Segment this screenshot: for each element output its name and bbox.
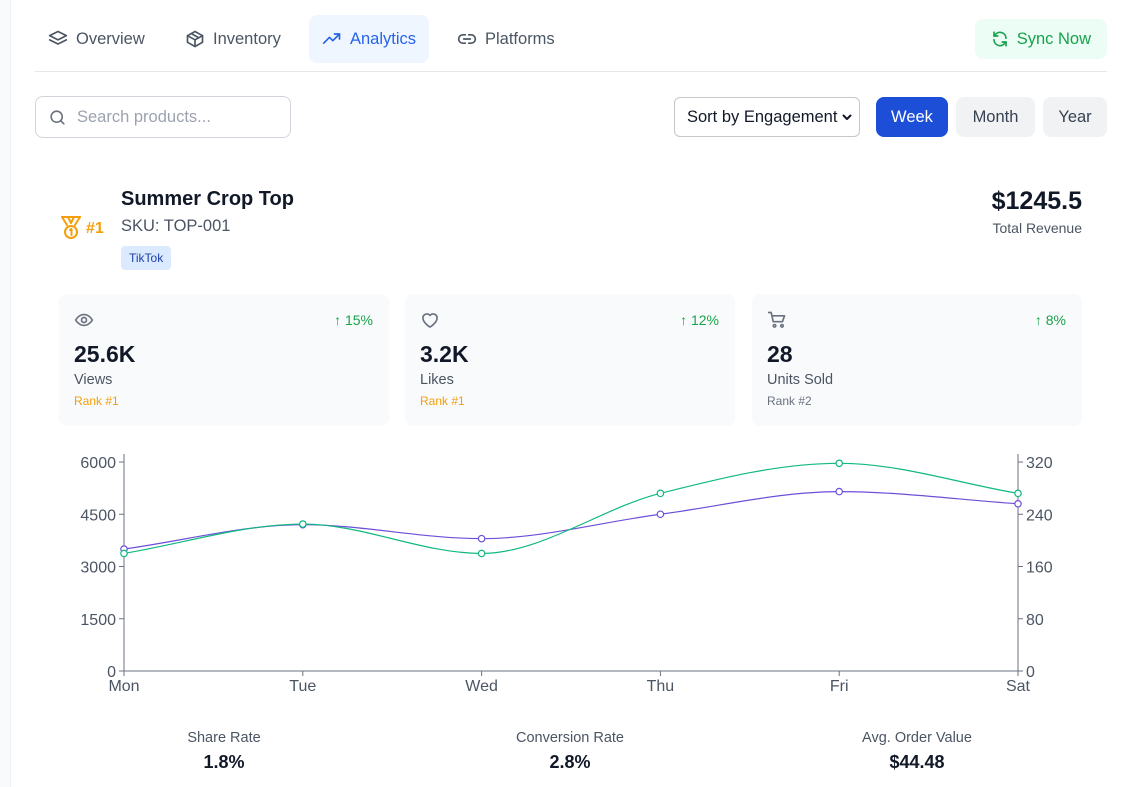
series-2-point xyxy=(1014,489,1022,498)
views-value: 25.6K xyxy=(74,341,136,367)
heart-icon xyxy=(422,313,438,328)
likes-rank: Rank #1 xyxy=(420,394,465,408)
series-2-point xyxy=(299,520,307,528)
tab-platforms[interactable]: Platforms xyxy=(444,15,568,63)
units-sold-label: Units Sold xyxy=(767,372,834,388)
conversion-rate-stat: Conversion Rate 2.8% xyxy=(470,730,670,773)
x-axis-tick-label: Fri xyxy=(830,678,849,695)
views-rank: Rank #1 xyxy=(74,394,119,408)
right-axis-tick-label: 160 xyxy=(1026,560,1053,577)
chevron-down-icon xyxy=(842,114,852,120)
x-axis-tick-label: Sat xyxy=(1006,678,1031,695)
search-icon xyxy=(50,109,65,125)
medal-icon xyxy=(61,216,81,239)
x-axis-tick-label: Thu xyxy=(647,678,675,695)
refresh-icon xyxy=(992,31,1007,47)
box-icon xyxy=(186,30,204,48)
sync-now-button[interactable]: Sync Now xyxy=(974,19,1107,59)
series-1-point xyxy=(477,534,486,543)
share-rate-value: 1.8% xyxy=(203,752,245,772)
avg-order-value-label: Avg. Order Value xyxy=(862,730,972,746)
eye-icon xyxy=(74,313,94,327)
tab-label: Overview xyxy=(76,29,145,48)
link-icon xyxy=(457,34,477,45)
units-sold-change: ↑ 8% xyxy=(1034,312,1066,328)
platform-badge: TikTok xyxy=(121,246,172,270)
product-rank: #1 xyxy=(86,220,104,237)
likes-card: ↑ 12% 3.2K Likes Rank #1 xyxy=(405,294,735,426)
units-sold-value: 28 xyxy=(767,341,793,367)
x-axis-tick-label: Wed xyxy=(465,678,498,695)
series-1-point xyxy=(656,510,665,519)
series-2-point xyxy=(120,549,128,558)
series-2-point xyxy=(835,459,844,468)
views-change: ↑ 15% xyxy=(334,312,373,328)
period-year-button[interactable]: Year xyxy=(1043,97,1107,137)
tab-label: Platforms xyxy=(485,29,555,48)
share-rate-label: Share Rate xyxy=(187,730,261,746)
right-axis-tick-label: 240 xyxy=(1026,507,1053,524)
share-rate-stat: Share Rate 1.8% xyxy=(124,730,324,773)
total-revenue-value: $1245.5 xyxy=(991,187,1082,215)
cart-icon xyxy=(767,311,786,328)
units-sold-card: ↑ 8% 28 Units Sold Rank #2 xyxy=(752,294,1082,426)
search-box xyxy=(35,96,291,138)
series-2-point xyxy=(656,489,665,498)
conversion-rate-value: 2.8% xyxy=(549,752,591,772)
series-2-point xyxy=(477,549,486,558)
tab-analytics[interactable]: Analytics xyxy=(309,15,430,63)
x-axis-tick-label: Mon xyxy=(108,678,139,695)
left-axis-tick-label: 1500 xyxy=(80,612,116,629)
product-name: Summer Crop Top xyxy=(121,188,294,210)
left-axis-tick-label: 6000 xyxy=(80,455,116,472)
left-axis-tick-label: 3000 xyxy=(80,560,116,577)
views-label: Views xyxy=(74,372,113,388)
top-nav: Overview Inventory Analytics Platforms S… xyxy=(35,15,1107,72)
likes-value: 3.2K xyxy=(420,341,469,367)
search-input[interactable] xyxy=(77,107,277,127)
right-axis-tick-label: 320 xyxy=(1026,455,1053,472)
sort-value: Sort by Engagement xyxy=(687,107,838,126)
left-edge xyxy=(0,0,11,787)
tab-inventory[interactable]: Inventory xyxy=(172,15,294,63)
left-axis-tick-label: 4500 xyxy=(80,507,116,524)
engagement-line-chart: 01500300045006000080160240320Mon Tue Wed Th… xyxy=(80,454,1053,695)
tab-label: Inventory xyxy=(213,29,281,48)
period-month-button[interactable]: Month xyxy=(956,97,1035,137)
views-card: ↑ 15% 25.6K Views Rank #1 xyxy=(59,294,389,426)
tab-label: Analytics xyxy=(350,29,417,48)
period-week-button[interactable]: Week xyxy=(876,97,948,137)
tab-overview[interactable]: Overview xyxy=(35,15,158,63)
series-line-1 xyxy=(123,491,1019,550)
layers-icon xyxy=(48,30,68,45)
product-sku: SKU: TOP-001 xyxy=(121,217,231,235)
trending-up-icon xyxy=(322,33,341,45)
series-1-point xyxy=(835,487,844,496)
likes-label: Likes xyxy=(420,372,454,388)
sort-select[interactable]: Sort by Engagement xyxy=(674,97,860,137)
avg-order-value-stat: Avg. Order Value $44.48 xyxy=(817,730,1017,773)
conversion-rate-label: Conversion Rate xyxy=(516,730,624,746)
avg-order-value-value: $44.48 xyxy=(889,752,945,772)
series-line-2 xyxy=(123,462,1019,555)
series-1-point xyxy=(1014,499,1022,508)
units-sold-rank: Rank #2 xyxy=(767,394,812,408)
likes-change: ↑ 12% xyxy=(680,312,719,328)
sync-label: Sync Now xyxy=(1016,29,1091,48)
total-revenue-label: Total Revenue xyxy=(992,220,1082,236)
x-axis-tick-label: Tue xyxy=(289,678,316,695)
right-axis-tick-label: 80 xyxy=(1026,612,1044,629)
